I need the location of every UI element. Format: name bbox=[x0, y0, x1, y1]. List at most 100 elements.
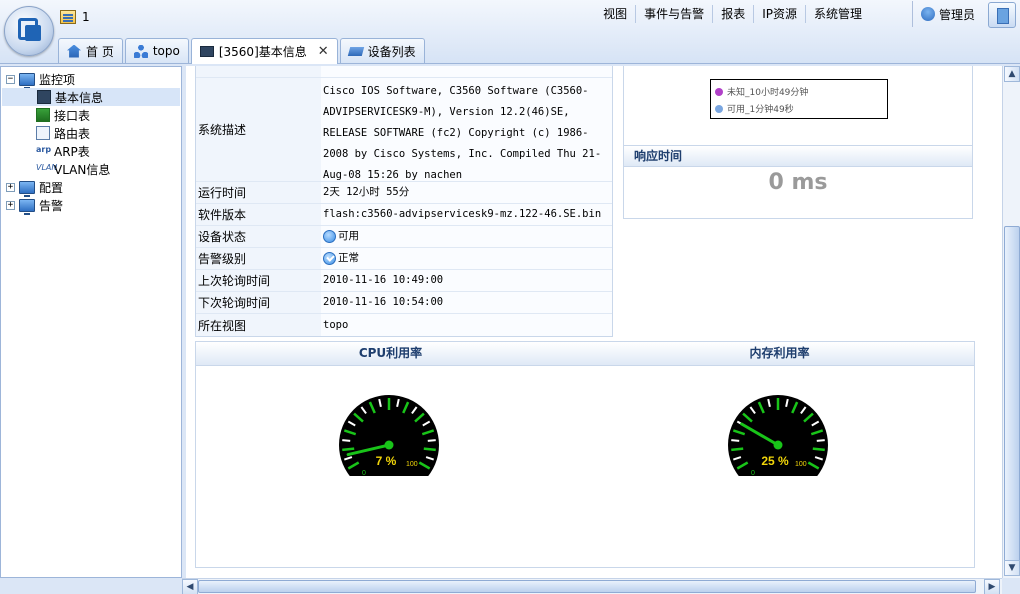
app-header: 1 视图 事件与告警 报表 IP资源 系统管理 管理员 首 页 topo [35… bbox=[0, 0, 1020, 64]
table-row: 下次轮询时间 2010-11-16 10:54:00 bbox=[196, 292, 612, 314]
tab-label: 设备列表 bbox=[367, 44, 416, 59]
table-row bbox=[196, 66, 612, 78]
legend-label: 可用_1分钟49秒 bbox=[727, 105, 794, 115]
tree-node-monitoring[interactable]: − 监控项 bbox=[6, 70, 75, 89]
horizontal-scrollbar[interactable]: ◀ ▶ bbox=[182, 578, 1002, 594]
tree-item-vlan-info[interactable]: VLAN VLAN信息 bbox=[36, 160, 110, 178]
table-row: 上次轮询时间 2010-11-16 10:49:00 bbox=[196, 270, 612, 292]
tab-home[interactable]: 首 页 bbox=[58, 38, 123, 63]
tree-node-config[interactable]: + 配置 bbox=[6, 178, 64, 197]
table-row: 所在视图 topo bbox=[196, 314, 612, 336]
tree-item-arp-table[interactable]: arp ARP表 bbox=[36, 142, 90, 160]
gauge-max-label: 100 bbox=[406, 461, 418, 468]
tree-label: ARP表 bbox=[54, 144, 90, 159]
legend-item: 可用_1分钟49秒 bbox=[715, 100, 883, 117]
tree-label: 接口表 bbox=[54, 108, 91, 123]
document-icon bbox=[36, 126, 50, 140]
available-status-icon bbox=[323, 230, 336, 243]
gauge-value-label: 7 % bbox=[376, 454, 397, 468]
nav-view[interactable]: 视图 bbox=[594, 5, 635, 23]
tab-topo[interactable]: topo bbox=[124, 38, 189, 63]
scroll-up-arrow-icon[interactable]: ▲ bbox=[1004, 66, 1020, 82]
table-row: 软件版本 flash:c3560-advipservicesk9-mz.122-… bbox=[196, 204, 612, 226]
row-label: 下次轮询时间 bbox=[196, 292, 321, 313]
tab-device-list[interactable]: 设备列表 bbox=[339, 38, 425, 63]
nav-reports[interactable]: 报表 bbox=[712, 5, 753, 23]
row-label: 软件版本 bbox=[196, 204, 321, 225]
gauge-tick bbox=[731, 439, 740, 442]
availability-legend: 未知_10小时49分钟 可用_1分钟49秒 bbox=[710, 79, 888, 119]
monitor-icon bbox=[19, 180, 35, 197]
tree-node-alarms[interactable]: + 告警 bbox=[6, 196, 63, 215]
tree-label: VLAN信息 bbox=[54, 162, 111, 177]
system-description: Cisco IOS Software, C3560 Software (C356… bbox=[321, 78, 612, 181]
expand-icon[interactable]: + bbox=[6, 200, 15, 210]
check-icon bbox=[323, 252, 336, 265]
notification-indicator[interactable]: 1 bbox=[60, 7, 114, 27]
table-row: 系统描述 Cisco IOS Software, C3560 Software … bbox=[196, 78, 612, 182]
legend-dot bbox=[715, 87, 723, 96]
tree-item-basic-info[interactable]: 基本信息 bbox=[2, 88, 180, 106]
nav-events-alarms[interactable]: 事件与告警 bbox=[635, 5, 712, 23]
nav-system-management[interactable]: 系统管理 bbox=[804, 5, 870, 23]
tab-label: topo bbox=[152, 44, 180, 58]
memory-utilization-title: 内存利用率 bbox=[749, 346, 810, 360]
scroll-right-arrow-icon[interactable]: ▶ bbox=[984, 579, 1000, 594]
alarm-level-value: 正常 bbox=[338, 252, 359, 264]
scroll-left-arrow-icon[interactable]: ◀ bbox=[182, 579, 198, 594]
cpu-gauge: 7 % 100 0 bbox=[339, 395, 439, 477]
user-name: 管理员 bbox=[939, 7, 976, 22]
cpu-utilization-title: CPU利用率 bbox=[358, 346, 423, 360]
gauge-hub bbox=[773, 440, 783, 450]
memory-gauge: 25 % 100 0 bbox=[728, 395, 828, 477]
gauge-tick bbox=[342, 447, 355, 452]
notification-count: 1 bbox=[82, 10, 90, 24]
monitor-icon bbox=[19, 72, 35, 89]
topology-icon bbox=[133, 44, 148, 58]
utilization-panel: CPU利用率 内存利用率 7 % 100 0 25 % 100 0 bbox=[195, 341, 975, 568]
collapse-icon[interactable]: − bbox=[6, 74, 15, 84]
software-version-value: flash:c3560-advipservicesk9-mz.122-46.SE… bbox=[321, 204, 612, 225]
gauge-tick bbox=[816, 439, 825, 442]
device-status-value: 可用 bbox=[338, 230, 359, 242]
legend-dot bbox=[715, 104, 723, 113]
app-logo[interactable] bbox=[4, 6, 54, 56]
scroll-down-arrow-icon[interactable]: ▼ bbox=[1004, 560, 1020, 576]
legend-label: 未知_10小时49分钟 bbox=[727, 88, 809, 98]
nav-ip-resources[interactable]: IP资源 bbox=[753, 5, 805, 23]
user-menu[interactable]: 管理员 bbox=[912, 1, 986, 27]
gauge-value-label: 25 % bbox=[761, 454, 789, 468]
availability-panel: 未知_10小时49分钟 可用_1分钟49秒 响应时间 0 ms bbox=[623, 66, 973, 219]
gauge-tick bbox=[342, 439, 351, 442]
tree-item-routing-table[interactable]: 路由表 bbox=[36, 124, 90, 142]
last-poll-value: 2010-11-16 10:49:00 bbox=[321, 270, 612, 291]
tree-label: 基本信息 bbox=[55, 90, 104, 105]
legend-item: 未知_10小时49分钟 bbox=[715, 83, 883, 100]
arp-icon: arp bbox=[36, 144, 51, 158]
monitor-icon bbox=[19, 198, 35, 215]
close-icon[interactable]: ✕ bbox=[318, 44, 329, 59]
next-poll-value: 2010-11-16 10:54:00 bbox=[321, 292, 612, 313]
tree-label: 配置 bbox=[39, 180, 64, 195]
row-label: 上次轮询时间 bbox=[196, 270, 321, 291]
row-label: 告警级别 bbox=[196, 248, 321, 269]
row-label: 设备状态 bbox=[196, 226, 321, 247]
help-book-button[interactable] bbox=[988, 2, 1016, 28]
vertical-scrollbar[interactable]: ▲ ▼ bbox=[1002, 66, 1020, 578]
device-info-table: 系统描述 Cisco IOS Software, C3560 Software … bbox=[195, 66, 613, 337]
device-icon bbox=[199, 46, 214, 57]
vertical-scroll-thumb[interactable] bbox=[1004, 226, 1020, 562]
row-label: 运行时间 bbox=[196, 182, 321, 203]
expand-icon[interactable]: + bbox=[6, 182, 15, 192]
tab-device-basic-info[interactable]: [3560]基本信息 ✕ bbox=[190, 38, 338, 64]
tab-bar: 首 页 topo [3560]基本信息 ✕ 设备列表 bbox=[58, 38, 425, 64]
gauge-min-label: 0 bbox=[362, 470, 366, 477]
tab-label: [3560]基本信息 bbox=[218, 45, 307, 59]
main-content: 系统描述 Cisco IOS Software, C3560 Software … bbox=[186, 66, 1002, 578]
sidebar-tree: − 监控项 基本信息 接口表 路由表 arp ARP表 VLAN VLAN信息 … bbox=[0, 66, 182, 578]
gauge-tick bbox=[427, 439, 436, 442]
tree-item-interface-table[interactable]: 接口表 bbox=[36, 106, 90, 124]
horizontal-scroll-thumb[interactable] bbox=[198, 580, 976, 593]
row-label: 所在视图 bbox=[196, 314, 321, 336]
row-label: 系统描述 bbox=[196, 78, 321, 181]
